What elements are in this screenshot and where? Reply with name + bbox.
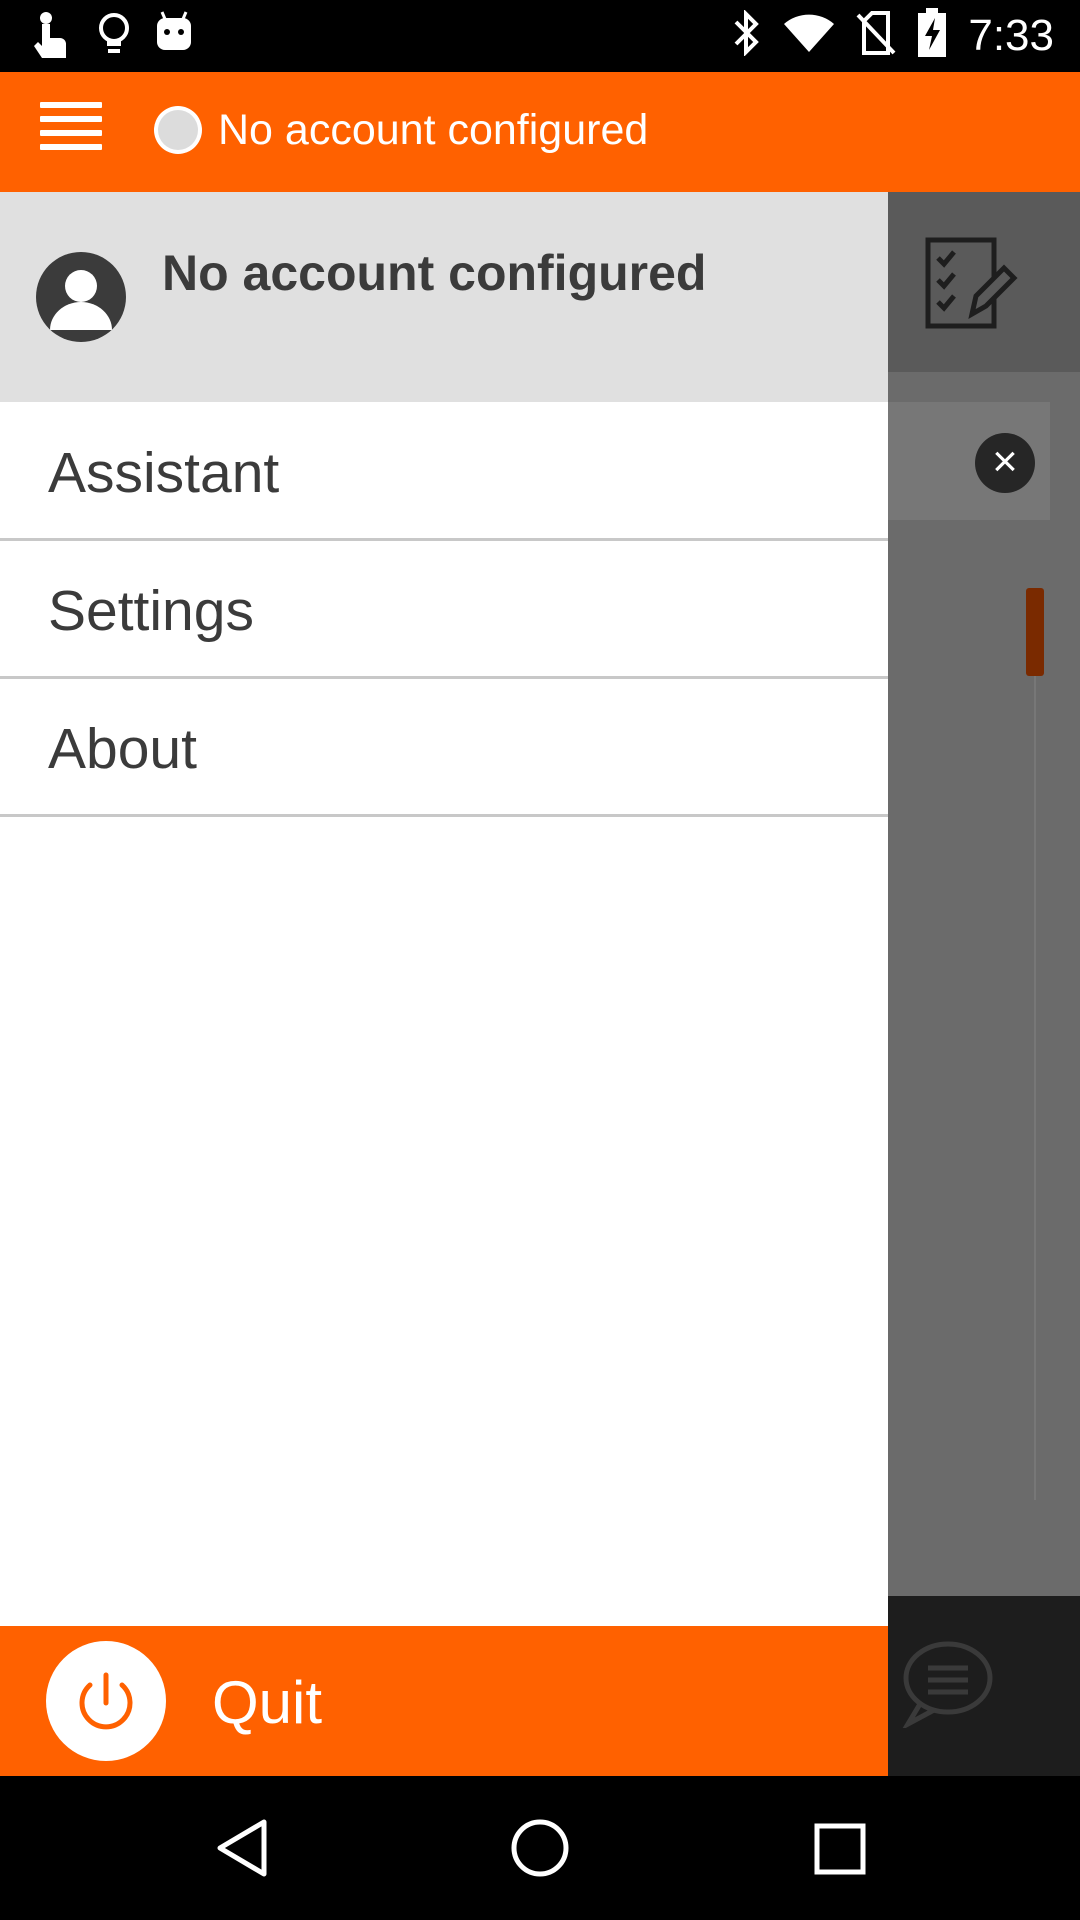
bluetooth-icon: [732, 9, 762, 61]
background-content: ×: [888, 192, 1080, 1776]
system-nav-bar: [0, 1776, 1080, 1920]
wifi-icon: [782, 12, 836, 59]
status-dot: [158, 110, 198, 150]
quit-button[interactable]: Quit: [0, 1626, 888, 1776]
chat-icon[interactable]: [898, 1638, 994, 1733]
drawer-item-settings[interactable]: Settings: [0, 540, 888, 679]
back-icon[interactable]: [212, 1816, 272, 1885]
app-bar: No account configured: [0, 72, 1080, 192]
battery-charging-icon: [916, 8, 948, 63]
drawer-item-assistant[interactable]: Assistant: [0, 402, 888, 541]
divider-line: [1034, 676, 1036, 1500]
drawer-item-label: About: [48, 717, 197, 781]
drawer-account-label: No account configured: [162, 245, 707, 301]
lightbulb-icon: [96, 10, 132, 65]
scroll-indicator: [1026, 588, 1044, 676]
android-icon: [154, 10, 194, 65]
app-title: No account configured: [218, 106, 649, 154]
home-icon[interactable]: [510, 1816, 570, 1885]
power-icon: [46, 1641, 166, 1761]
drawer-item-label: Assistant: [48, 441, 280, 505]
touch-icon: [30, 10, 74, 65]
quit-label: Quit: [212, 1669, 323, 1736]
recents-icon[interactable]: [810, 1816, 870, 1885]
drawer-header: No account configured: [0, 192, 888, 402]
drawer-item-about[interactable]: About: [0, 678, 888, 817]
checklist-edit-icon[interactable]: [924, 236, 1020, 337]
drawer-item-label: Settings: [48, 579, 254, 643]
no-sim-icon: [856, 11, 896, 60]
navigation-drawer: No account configured Assistant Settings…: [0, 192, 888, 1776]
status-bar: 7:33: [0, 0, 1080, 72]
close-icon[interactable]: ×: [975, 433, 1035, 493]
hamburger-menu-icon[interactable]: [40, 100, 102, 164]
status-time: 7:33: [968, 10, 1054, 60]
background-header: [888, 192, 1080, 372]
background-bottom-bar: [888, 1596, 1080, 1776]
user-avatar-icon: [36, 252, 126, 342]
